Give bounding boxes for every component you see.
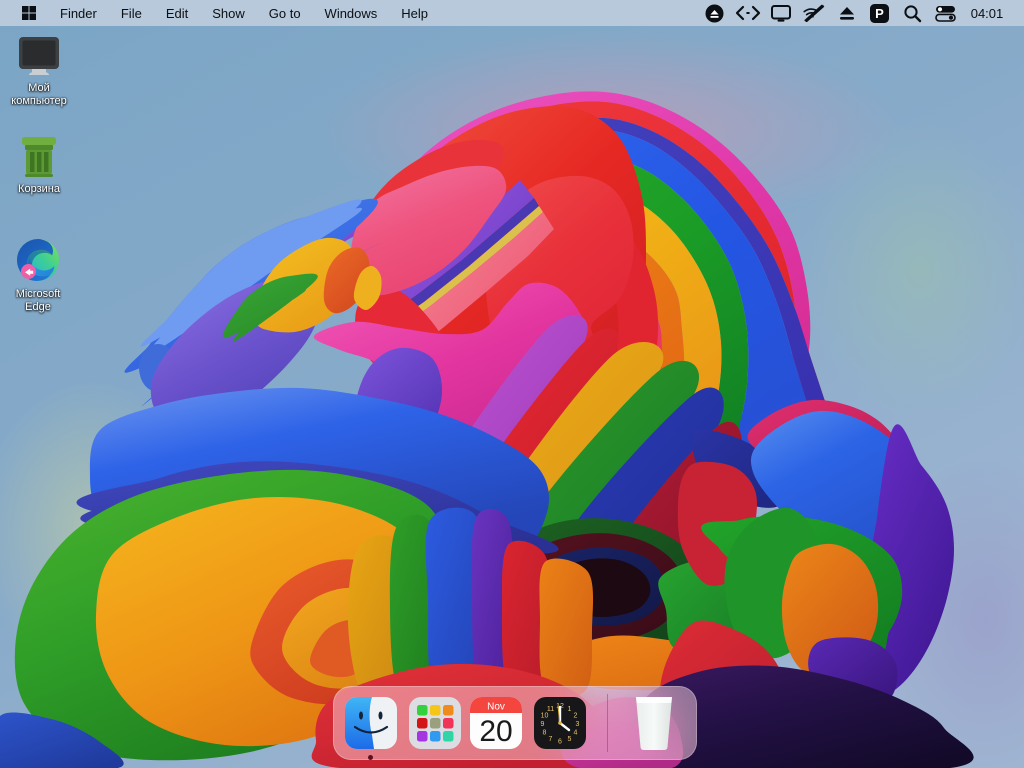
svg-text:P: P — [875, 6, 884, 21]
svg-text:3: 3 — [576, 721, 580, 728]
svg-text:5: 5 — [568, 736, 572, 743]
svg-text:2: 2 — [574, 713, 578, 720]
svg-text:7: 7 — [549, 736, 553, 743]
svg-text:Nov: Nov — [487, 702, 505, 713]
svg-text:8: 8 — [543, 730, 547, 737]
svg-text:20: 20 — [479, 715, 512, 748]
svg-text:11: 11 — [547, 706, 554, 713]
svg-text:9: 9 — [541, 721, 545, 728]
svg-text:4: 4 — [574, 730, 578, 737]
svg-text:1: 1 — [568, 706, 572, 713]
svg-text:10: 10 — [541, 713, 549, 720]
svg-text:6: 6 — [558, 739, 562, 746]
